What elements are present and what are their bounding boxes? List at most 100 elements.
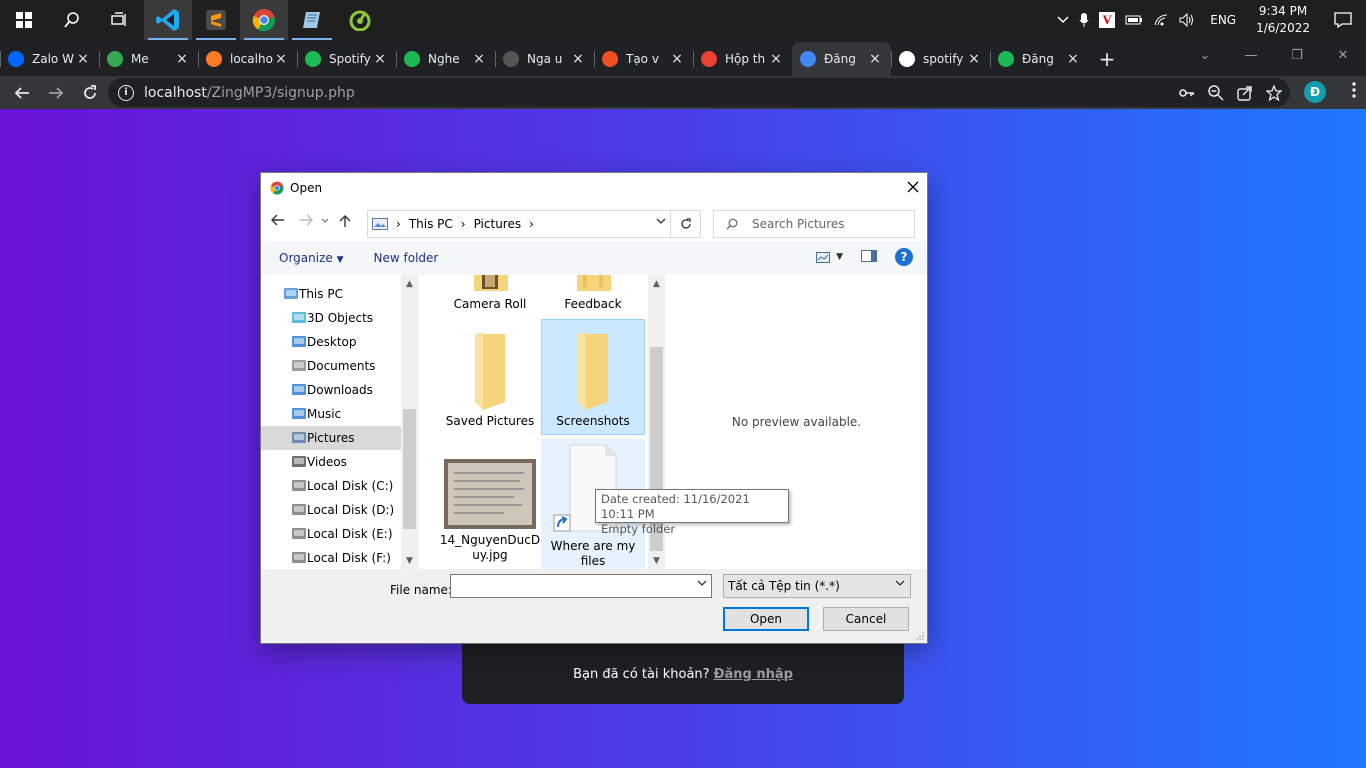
taskbar-search-button[interactable] bbox=[48, 0, 96, 40]
nav-item[interactable]: Music bbox=[261, 402, 401, 426]
navigation-scrollbar[interactable]: ▲ ▼ bbox=[401, 275, 418, 569]
taskbar-chrome[interactable] bbox=[240, 0, 288, 40]
breadcrumb-pictures[interactable]: Pictures bbox=[474, 217, 522, 231]
up-folder-button[interactable] bbox=[339, 214, 351, 232]
notification-button[interactable] bbox=[1320, 0, 1366, 40]
nav-item[interactable]: This PC bbox=[261, 282, 401, 306]
key-icon[interactable] bbox=[1179, 87, 1195, 99]
file-item-camera-roll[interactable]: Camera Roll bbox=[438, 275, 542, 316]
tab-close-button[interactable]: × bbox=[75, 51, 91, 67]
cancel-button[interactable]: Cancel bbox=[823, 607, 909, 631]
tray-clock[interactable]: 9:34 PM 1/6/2022 bbox=[1246, 0, 1320, 40]
file-name-history-dropdown[interactable] bbox=[697, 579, 707, 590]
nav-item[interactable]: Desktop bbox=[261, 330, 401, 354]
browser-tab[interactable]: Zalo W × bbox=[0, 42, 99, 76]
file-item-saved-pictures[interactable]: Saved Pictures bbox=[438, 320, 542, 434]
nav-item[interactable]: 3D Objects bbox=[261, 306, 401, 330]
help-button[interactable]: ? bbox=[895, 248, 913, 266]
share-icon[interactable] bbox=[1237, 85, 1253, 101]
nav-item[interactable]: Local Disk (F:) bbox=[261, 546, 401, 569]
url-text[interactable]: localhost/ZingMP3/signup.php bbox=[144, 85, 355, 101]
tray-overflow-button[interactable] bbox=[1052, 0, 1074, 40]
dialog-close-button[interactable] bbox=[907, 177, 919, 198]
browser-menu-button[interactable] bbox=[1352, 82, 1356, 102]
nav-item[interactable]: Local Disk (E:) bbox=[261, 522, 401, 546]
tab-close-button[interactable]: × bbox=[471, 51, 487, 67]
file-item-image[interactable]: 14_NguyenDucD uy.jpg bbox=[438, 439, 542, 564]
browser-tab[interactable]: localho × bbox=[198, 42, 297, 76]
organize-button[interactable]: Organize ▼ bbox=[279, 251, 344, 265]
tab-close-button[interactable]: × bbox=[372, 51, 388, 67]
file-name-input[interactable] bbox=[450, 574, 712, 598]
tab-close-button[interactable]: × bbox=[768, 51, 784, 67]
browser-tab[interactable]: Nga u × bbox=[495, 42, 594, 76]
browser-tab[interactable]: Đăng × bbox=[792, 42, 891, 76]
change-view-button[interactable]: ▼ bbox=[816, 251, 843, 263]
start-button[interactable] bbox=[0, 0, 48, 40]
browser-tab[interactable]: Me × bbox=[99, 42, 198, 76]
breadcrumb-separator[interactable]: › bbox=[461, 217, 466, 231]
scroll-up-button[interactable]: ▲ bbox=[401, 275, 418, 292]
breadcrumb-separator[interactable]: › bbox=[396, 217, 401, 231]
scroll-up-button[interactable]: ▲ bbox=[648, 275, 665, 292]
breadcrumb-separator[interactable]: › bbox=[529, 217, 534, 231]
file-item-screenshots[interactable]: Screenshots bbox=[541, 319, 645, 435]
new-tab-button[interactable]: + bbox=[1089, 42, 1125, 76]
tab-close-button[interactable]: × bbox=[867, 51, 883, 67]
dialog-forward-button[interactable] bbox=[299, 214, 313, 232]
taskbar-coccoc[interactable] bbox=[336, 0, 384, 40]
tray-wifi[interactable] bbox=[1148, 0, 1174, 40]
browser-tab[interactable]: Hộp th × bbox=[693, 42, 792, 76]
tab-close-button[interactable]: × bbox=[966, 51, 982, 67]
scroll-down-button[interactable]: ▼ bbox=[401, 552, 418, 569]
forward-button[interactable] bbox=[40, 78, 72, 108]
new-folder-button[interactable]: New folder bbox=[374, 251, 439, 265]
dialog-back-button[interactable] bbox=[271, 214, 285, 232]
browser-tab[interactable]: Tạo v × bbox=[594, 42, 693, 76]
tray-language[interactable]: ENG bbox=[1200, 0, 1246, 40]
zoom-icon[interactable] bbox=[1208, 84, 1224, 101]
profile-avatar[interactable]: Đ bbox=[1304, 81, 1326, 103]
task-view-button[interactable] bbox=[96, 0, 144, 40]
nav-item[interactable]: Pictures bbox=[261, 426, 401, 450]
file-type-dropdown[interactable] bbox=[895, 579, 905, 590]
resize-grip-icon[interactable] bbox=[915, 631, 925, 641]
bookmark-star-icon[interactable] bbox=[1266, 84, 1282, 101]
breadcrumb-this-pc[interactable]: This PC bbox=[409, 217, 453, 231]
dialog-search-box[interactable]: Search Pictures bbox=[713, 210, 915, 238]
recent-locations-button[interactable] bbox=[321, 214, 329, 232]
back-button[interactable] bbox=[6, 78, 38, 108]
minimize-button[interactable]: — bbox=[1228, 40, 1274, 70]
nav-item[interactable]: Documents bbox=[261, 354, 401, 378]
browser-tab[interactable]: Nghe × bbox=[396, 42, 495, 76]
scroll-down-button[interactable]: ▼ bbox=[648, 552, 665, 569]
tray-unikey[interactable]: V bbox=[1094, 0, 1120, 40]
file-item-feedback[interactable]: Feedback bbox=[541, 275, 645, 316]
dialog-refresh-button[interactable] bbox=[670, 211, 700, 237]
taskbar-notes[interactable] bbox=[288, 0, 336, 40]
open-button[interactable]: Open bbox=[723, 607, 809, 631]
close-window-button[interactable]: ✕ bbox=[1320, 40, 1366, 70]
site-info-icon[interactable]: i bbox=[118, 84, 134, 101]
tab-close-button[interactable]: × bbox=[1065, 51, 1081, 67]
restore-button[interactable]: ❐ bbox=[1274, 40, 1320, 70]
scrollbar-thumb[interactable] bbox=[403, 409, 416, 529]
address-bar[interactable]: i localhost/ZingMP3/signup.php bbox=[108, 78, 1290, 107]
reload-button[interactable] bbox=[74, 78, 106, 108]
tray-microphone[interactable] bbox=[1074, 0, 1094, 40]
nav-item[interactable]: Local Disk (C:) bbox=[261, 474, 401, 498]
dialog-breadcrumb-bar[interactable]: › This PC › Pictures › bbox=[367, 210, 701, 238]
browser-tab[interactable]: Đăng × bbox=[990, 42, 1089, 76]
nav-item[interactable]: Downloads bbox=[261, 378, 401, 402]
preview-pane-button[interactable] bbox=[861, 249, 877, 265]
tab-close-button[interactable]: × bbox=[174, 51, 190, 67]
nav-item[interactable]: Videos bbox=[261, 450, 401, 474]
browser-tab[interactable]: Spotify × bbox=[297, 42, 396, 76]
tab-close-button[interactable]: × bbox=[273, 51, 289, 67]
login-link[interactable]: Đăng nhập bbox=[714, 667, 793, 682]
taskbar-sublime[interactable] bbox=[192, 0, 240, 40]
tab-search-button[interactable]: ⌄ bbox=[1182, 40, 1228, 70]
tab-close-button[interactable]: × bbox=[669, 51, 685, 67]
taskbar-vscode[interactable] bbox=[144, 0, 192, 40]
tray-volume[interactable] bbox=[1174, 0, 1200, 40]
